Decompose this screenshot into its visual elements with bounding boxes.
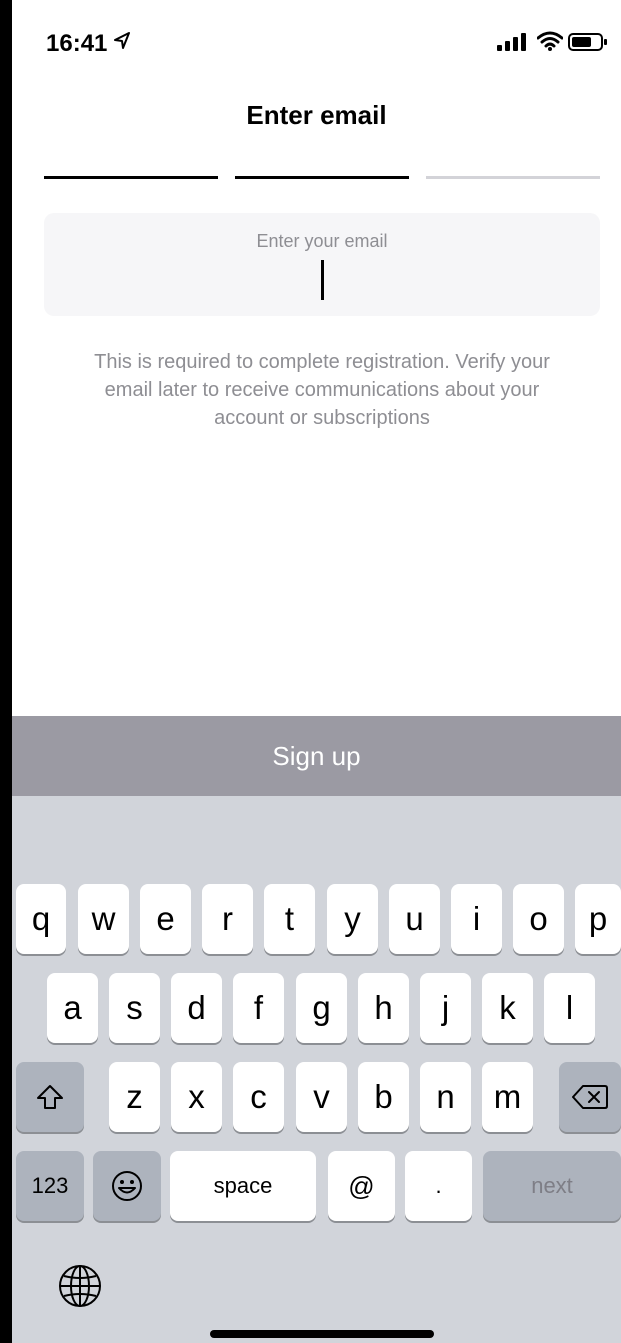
key-k[interactable]: k [482,973,533,1043]
helper-text: This is required to complete registratio… [94,351,550,429]
progress-step-1 [44,176,218,179]
key-l[interactable]: l [544,973,595,1043]
shift-icon [37,1085,63,1109]
status-time: 16:41 [46,30,108,57]
key-o[interactable]: o [513,884,564,954]
home-indicator [210,1330,434,1338]
at-key[interactable]: @ [328,1151,395,1221]
key-q[interactable]: q [16,884,66,954]
progress-step-2 [235,176,409,179]
key-m[interactable]: m [482,1062,533,1132]
globe-icon[interactable] [58,1264,102,1308]
dot-key[interactable]: . [405,1151,472,1221]
location-arrow-icon [114,32,130,49]
email-placeholder: Enter your email [256,231,388,251]
key-j[interactable]: j [420,973,471,1043]
key-i[interactable]: i [451,884,502,954]
key-b[interactable]: b [358,1062,409,1132]
battery-icon [568,33,607,51]
key-c[interactable]: c [233,1062,284,1132]
key-z[interactable]: z [109,1062,160,1132]
key-t[interactable]: t [264,884,315,954]
key-y[interactable]: y [327,884,378,954]
key-r[interactable]: r [202,884,253,954]
emoji-icon [112,1171,142,1201]
space-key[interactable]: space [170,1151,316,1221]
status-bar: 16:41 [12,0,621,80]
next-key[interactable]: next [483,1151,621,1221]
delete-icon [572,1085,608,1109]
numbers-key[interactable]: 123 [16,1151,84,1221]
key-d[interactable]: d [171,973,222,1043]
keyboard: q w e r t y u i o p a s d f g h j k l z … [12,796,621,1343]
wifi-icon [537,31,563,51]
key-h[interactable]: h [358,973,409,1043]
email-field[interactable]: Enter your email [44,213,600,316]
cellular-signal-icon [497,33,526,51]
key-x[interactable]: x [171,1062,222,1132]
key-v[interactable]: v [296,1062,347,1132]
key-e[interactable]: e [140,884,191,954]
key-f[interactable]: f [233,973,284,1043]
key-n[interactable]: n [420,1062,471,1132]
progress-step-3 [426,176,600,179]
key-a[interactable]: a [47,973,98,1043]
key-w[interactable]: w [78,884,129,954]
phone-screen: 16:41 Enter email Enter your email This … [12,0,621,1343]
key-p[interactable]: p [575,884,621,954]
key-s[interactable]: s [109,973,160,1043]
page-title: Enter email [246,100,387,130]
key-g[interactable]: g [296,973,347,1043]
emoji-key[interactable] [93,1151,161,1221]
text-caret [321,260,324,300]
sign-up-button[interactable]: Sign up [12,716,621,796]
delete-key[interactable] [559,1062,621,1132]
shift-key[interactable] [16,1062,84,1132]
key-u[interactable]: u [389,884,440,954]
